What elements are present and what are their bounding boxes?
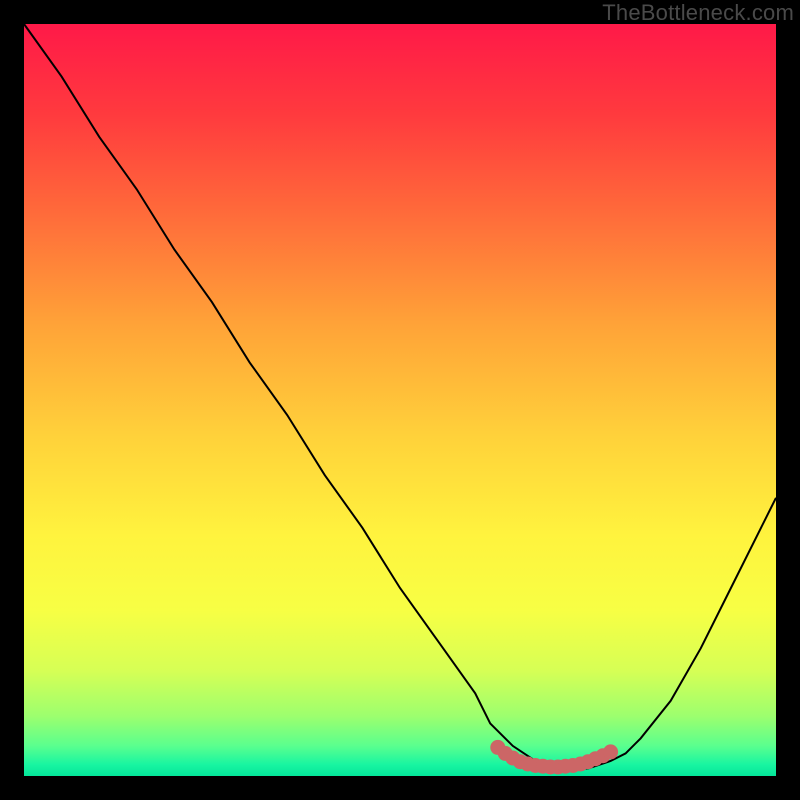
plot-background (24, 24, 776, 776)
watermark-text: TheBottleneck.com (602, 0, 794, 26)
bottleneck-chart (0, 0, 800, 800)
optimal-marker (603, 744, 618, 759)
chart-container: TheBottleneck.com (0, 0, 800, 800)
